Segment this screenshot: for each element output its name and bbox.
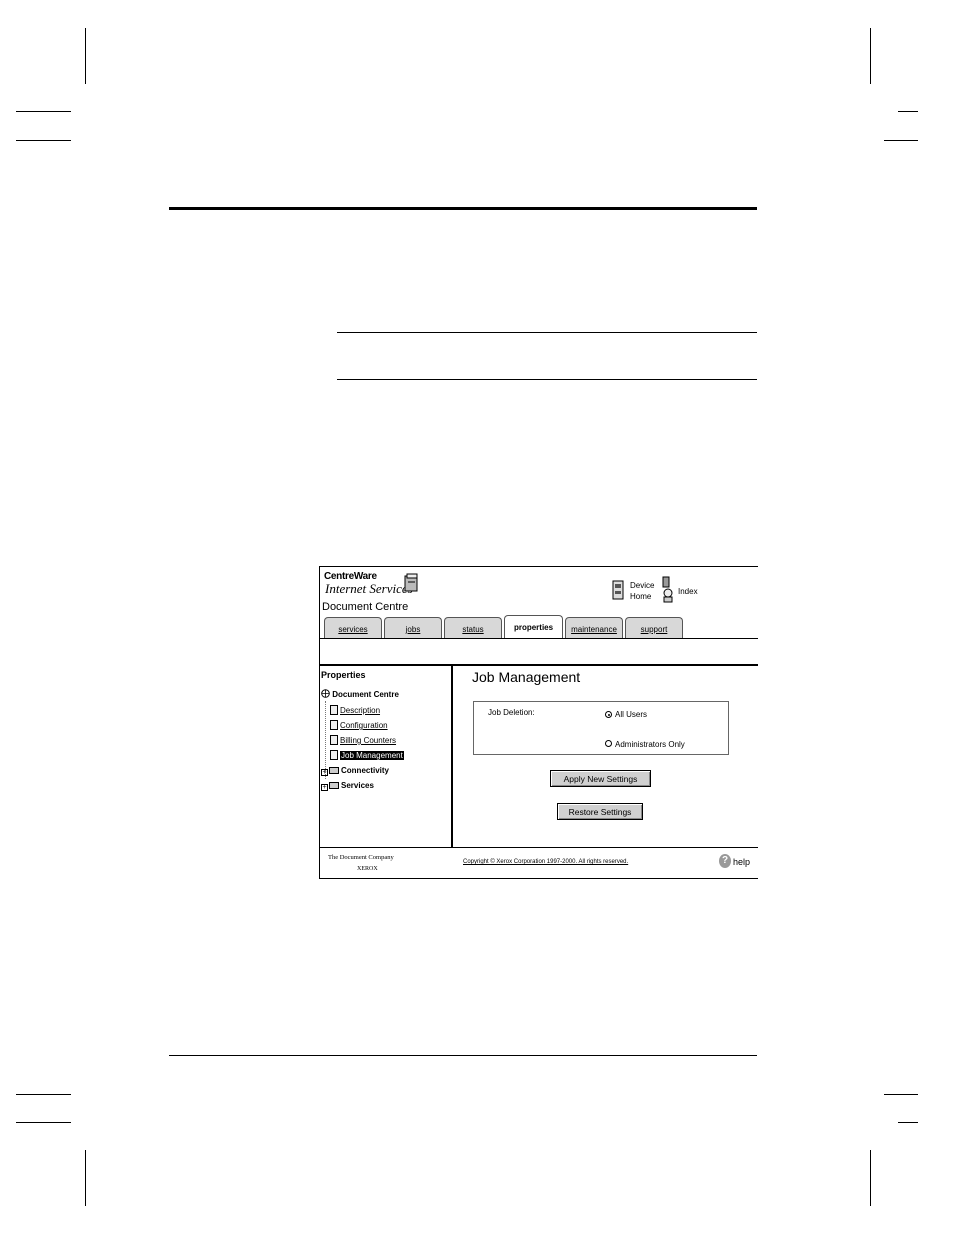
- crop-mark: [870, 28, 871, 84]
- tab-services[interactable]: services: [324, 617, 382, 638]
- device-home-link[interactable]: Device Home: [630, 580, 654, 602]
- crop-mark: [884, 140, 918, 141]
- index-link[interactable]: Index: [678, 586, 698, 597]
- apply-new-settings-button[interactable]: Apply New Settings: [550, 770, 651, 787]
- crop-mark: [16, 111, 71, 112]
- folder-icon: [329, 782, 339, 789]
- device-home-label-2: Home: [630, 592, 652, 601]
- expand-icon[interactable]: +: [321, 784, 328, 791]
- nav-item-job-management[interactable]: Job Management: [330, 750, 404, 761]
- nav-folder-services[interactable]: + Services: [321, 781, 374, 791]
- expand-icon[interactable]: +: [321, 769, 328, 776]
- device-home-icon[interactable]: [611, 577, 625, 603]
- tab-label: services: [338, 625, 368, 634]
- header-rule: [169, 207, 757, 210]
- radio-all-users[interactable]: [605, 711, 612, 718]
- nav-item-description[interactable]: Description: [330, 705, 380, 716]
- note-rule-bottom: [337, 379, 757, 380]
- device-home-label-1: Device: [630, 581, 655, 590]
- nav-divider: [451, 666, 453, 848]
- device-name: Document Centre: [322, 601, 409, 613]
- tab-label: jobs: [405, 625, 421, 634]
- globe-icon: [321, 689, 330, 698]
- crop-mark: [85, 1150, 86, 1206]
- nav-folder-connectivity[interactable]: + Connectivity: [321, 766, 389, 776]
- company-tagline: The Document Company: [328, 854, 394, 861]
- radio-administrators-only[interactable]: [605, 740, 612, 747]
- printer-icon: [404, 573, 418, 592]
- nav-item-configuration[interactable]: Configuration: [330, 720, 388, 731]
- crop-mark: [16, 1122, 71, 1123]
- crop-mark: [898, 111, 918, 112]
- radio-all-users-label[interactable]: All Users: [615, 710, 647, 719]
- job-deletion-group: Job Deletion: All Users Administrators O…: [473, 701, 729, 755]
- xerox-logo: XEROX: [357, 866, 378, 872]
- tab-label: maintenance: [571, 625, 617, 634]
- page-icon: [330, 705, 338, 715]
- index-icon[interactable]: [660, 575, 674, 603]
- radio-administrators-only-label[interactable]: Administrators Only: [615, 740, 685, 749]
- embedded-screenshot: CentreWare Internet Services Document Ce…: [319, 566, 758, 879]
- tab-maintenance[interactable]: maintenance: [565, 617, 623, 638]
- page-icon: [330, 735, 338, 745]
- crop-mark: [85, 28, 86, 84]
- tree-root-label: Document Centre: [332, 690, 399, 699]
- nav-item-label: Billing Counters: [340, 736, 397, 745]
- tab-jobs[interactable]: jobs: [384, 617, 442, 638]
- copyright-link[interactable]: Copyright © Xerox Corporation 1997-2000.…: [463, 859, 628, 865]
- page-title: Job Management: [472, 669, 581, 685]
- help-icon[interactable]: ?: [719, 854, 731, 868]
- footer-rule: [169, 1055, 757, 1056]
- nav-item-billing-counters[interactable]: Billing Counters: [330, 735, 396, 746]
- logo-internet-services: Internet Services: [325, 581, 413, 596]
- crop-mark: [16, 140, 71, 141]
- tab-bar-line: [320, 638, 758, 639]
- nav-item-label: Job Management: [340, 751, 404, 760]
- crop-mark: [884, 1094, 918, 1095]
- frame-separator: [320, 664, 758, 666]
- note-rule-top: [337, 332, 757, 333]
- tab-status[interactable]: status: [444, 617, 502, 638]
- folder-icon: [329, 767, 339, 774]
- nav-item-label: Configuration: [340, 721, 388, 730]
- crop-mark: [870, 1150, 871, 1206]
- tab-label: status: [462, 625, 484, 634]
- help-link[interactable]: help: [733, 857, 750, 867]
- tab-support[interactable]: support: [625, 617, 683, 638]
- tab-properties[interactable]: properties: [504, 615, 563, 639]
- nav-folder-label: Connectivity: [341, 766, 390, 775]
- job-deletion-label: Job Deletion:: [488, 708, 535, 717]
- crop-mark: [898, 1122, 918, 1123]
- nav-heading: Properties: [321, 670, 366, 680]
- crop-mark: [16, 1094, 71, 1095]
- page-icon: [330, 720, 338, 730]
- tab-label: properties: [513, 623, 554, 632]
- page-icon: [330, 750, 338, 760]
- nav-folder-label: Services: [341, 781, 374, 790]
- footer-line: [320, 847, 758, 848]
- restore-settings-button[interactable]: Restore Settings: [557, 803, 643, 820]
- tree-root[interactable]: Document Centre: [321, 689, 399, 700]
- tab-label: support: [640, 625, 668, 634]
- nav-item-label: Description: [340, 706, 381, 715]
